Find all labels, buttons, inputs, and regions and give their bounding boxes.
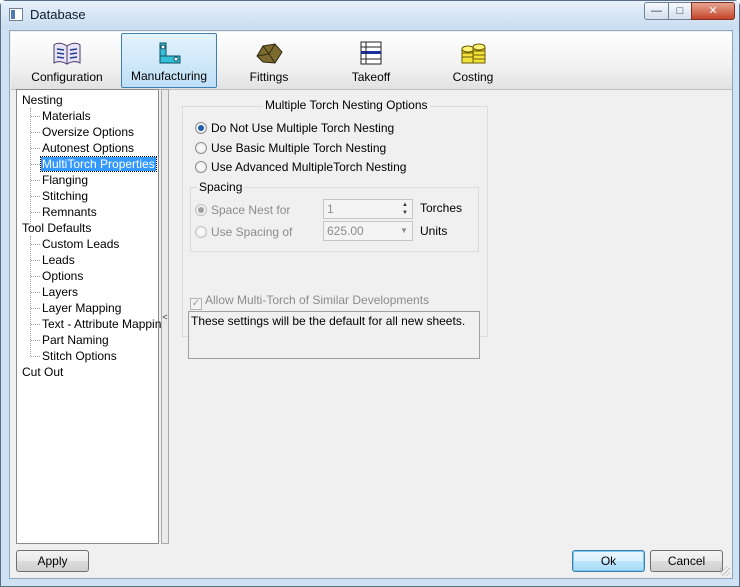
multitorch-options-panel: Multiple Torch Nesting Options Do Not Us… (182, 98, 488, 359)
tree-item-stitching[interactable]: Stitching (17, 188, 158, 204)
coins-icon (461, 43, 486, 64)
category-toolbar: Configuration Manufacturing Fittings Tak… (11, 32, 732, 90)
manufacturing-icon (159, 42, 181, 64)
tab-label: Configuration (31, 70, 103, 84)
tree-item-oversize-options[interactable]: Oversize Options (17, 124, 158, 140)
tree-item-text-attribute-mapping[interactable]: Text - Attribute Mapping (17, 316, 168, 332)
tree-item-remnants[interactable]: Remnants (17, 204, 158, 220)
tab-configuration[interactable]: Configuration (17, 33, 117, 88)
units-label: Units (420, 224, 448, 238)
tree-item-nesting[interactable]: Nesting (17, 92, 158, 108)
tree-item-custom-leads[interactable]: Custom Leads (17, 236, 158, 252)
minimize-button[interactable]: — (644, 2, 669, 20)
radio-basic[interactable]: Use Basic Multiple Torch Nesting (195, 140, 386, 156)
tree-item-multitorch-properties[interactable]: MultiTorch Properties (17, 156, 158, 172)
tab-manufacturing[interactable]: Manufacturing (121, 33, 217, 88)
collapse-splitter[interactable]: < (161, 89, 169, 544)
info-text-box: These settings will be the default for a… (188, 311, 480, 359)
allow-similar-checkbox[interactable]: ✓ Allow Multi-Torch of Similar Developmen… (190, 292, 429, 310)
tab-costing[interactable]: Costing (425, 33, 521, 88)
radio-advanced[interactable]: Use Advanced MultipleTorch Nesting (195, 159, 406, 175)
radio-use-spacing[interactable]: Use Spacing of (195, 224, 292, 240)
resize-grip-icon[interactable] (720, 566, 730, 576)
tree-item-options[interactable]: Options (17, 268, 158, 284)
fitting-icon (256, 43, 283, 64)
tree-item-materials[interactable]: Materials (17, 108, 158, 124)
spacing-title: Spacing (197, 180, 245, 194)
cancel-button[interactable]: Cancel (650, 550, 723, 572)
tab-takeoff[interactable]: Takeoff (323, 33, 419, 88)
tab-label: Manufacturing (130, 69, 208, 83)
tree-item-tool-defaults[interactable]: Tool Defaults (17, 220, 158, 236)
maximize-button[interactable]: □ (668, 2, 692, 20)
spin-up-icon[interactable]: ▲ (399, 201, 411, 209)
apply-button[interactable]: Apply (16, 550, 89, 572)
tree-item-cut-out[interactable]: Cut Out (17, 364, 158, 380)
radio-do-not-use[interactable]: Do Not Use Multiple Torch Nesting (195, 120, 394, 136)
checkmark-icon[interactable]: ✓ (190, 298, 202, 310)
close-button[interactable]: ✕ (691, 2, 735, 20)
panel-title: Multiple Torch Nesting Options (263, 98, 430, 112)
tree-item-autonest-options[interactable]: Autonest Options (17, 140, 158, 156)
radio-indicator[interactable] (195, 226, 207, 238)
takeoff-icon (360, 41, 382, 65)
spin-down-icon[interactable]: ▼ (399, 209, 411, 217)
window-icon (9, 8, 23, 21)
torches-label: Torches (420, 201, 463, 215)
title-bar[interactable]: Database — □ ✕ (1, 1, 739, 29)
tree-item-stitch-options[interactable]: Stitch Options (17, 348, 158, 364)
tree-item-leads[interactable]: Leads (17, 252, 158, 268)
radio-indicator[interactable] (195, 161, 207, 173)
book-icon (53, 42, 81, 65)
database-window: Database — □ ✕ Configuration Manufacturi… (0, 0, 740, 587)
tree-item-layer-mapping[interactable]: Layer Mapping (17, 300, 158, 316)
radio-indicator[interactable] (195, 204, 207, 216)
ok-button[interactable]: Ok (572, 550, 645, 572)
tab-label: Fittings (249, 70, 289, 84)
tab-label: Costing (452, 70, 494, 84)
window-title: Database (30, 7, 86, 22)
chevron-down-icon[interactable]: ▼ (397, 223, 411, 239)
tree-item-flanging[interactable]: Flanging (17, 172, 158, 188)
tab-label: Takeoff (351, 70, 391, 84)
radio-indicator[interactable] (195, 142, 207, 154)
tree-item-part-naming[interactable]: Part Naming (17, 332, 158, 348)
torch-count-stepper[interactable]: 1 ▲ ▼ (323, 199, 413, 219)
spacing-combo[interactable]: 625.00 ▼ (323, 221, 413, 241)
radio-indicator[interactable] (195, 122, 207, 134)
tab-fittings[interactable]: Fittings (221, 33, 317, 88)
settings-tree[interactable]: Nesting Materials Oversize Options Auton… (16, 89, 168, 544)
radio-space-nest[interactable]: Space Nest for (195, 202, 290, 218)
spacing-group: Spacing Space Nest for 1 ▲ ▼ Torches Use… (190, 180, 479, 252)
dialog-client: Configuration Manufacturing Fittings Tak… (9, 30, 733, 579)
tree-item-layers[interactable]: Layers (17, 284, 158, 300)
